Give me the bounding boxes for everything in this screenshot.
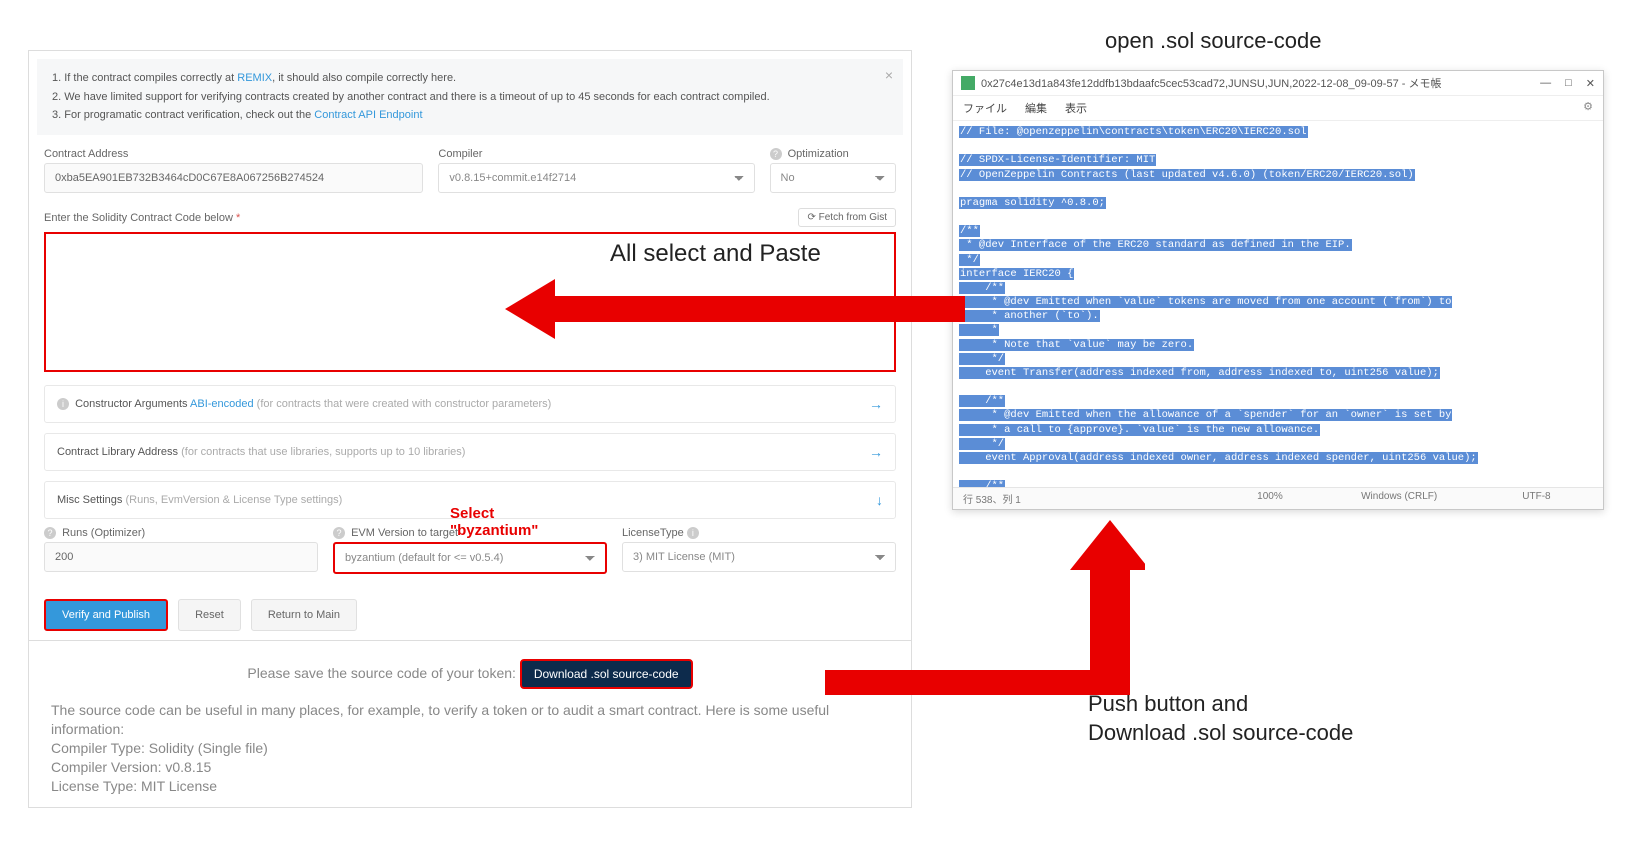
notepad-window: 0x27c4e13d1a843fe12ddfb13bdaafc5cec53cad… xyxy=(952,70,1604,510)
contract-address-input[interactable] xyxy=(44,163,423,193)
notepad-body[interactable]: // File: @openzeppelin\contracts\token\E… xyxy=(953,121,1603,487)
chevron-down-icon: ↓ xyxy=(876,492,883,508)
contract-address-label: Contract Address xyxy=(44,148,423,160)
minimize-icon[interactable]: — xyxy=(1540,77,1551,90)
info-desc: The source code can be useful in many pl… xyxy=(51,701,889,739)
license-label: LicenseType i xyxy=(622,527,896,539)
source-code-info-panel: Please save the source code of your toke… xyxy=(28,640,912,808)
info-icon: i xyxy=(57,398,69,410)
notepad-statusbar: 行 538、列 1 100% Windows (CRLF) UTF-8 xyxy=(953,487,1603,509)
compiler-label: Compiler xyxy=(438,148,754,160)
all-select-paste-annotation: All select and Paste xyxy=(610,240,821,268)
notice-line1b: , it should also compile correctly here. xyxy=(272,72,456,84)
notice-line3a: 3. For programatic contract verification… xyxy=(52,109,314,121)
notice-line2: 2. We have limited support for verifying… xyxy=(52,88,888,107)
notice-line1a: 1. If the contract compiles correctly at xyxy=(52,72,237,84)
license-select[interactable]: 3) MIT License (MIT) xyxy=(622,542,896,572)
notepad-title: 0x27c4e13d1a843fe12ddfb13bdaafc5cec53cad… xyxy=(981,75,1441,91)
constructor-args-accordion[interactable]: i Constructor Arguments ABI-encoded (for… xyxy=(44,385,896,423)
help-icon: ? xyxy=(44,527,56,539)
menu-view[interactable]: 表示 xyxy=(1065,100,1087,116)
close-icon[interactable]: × xyxy=(885,64,893,88)
verify-contract-form: × 1. If the contract compiles correctly … xyxy=(28,50,912,650)
return-main-button[interactable]: Return to Main xyxy=(251,599,357,631)
license-type: License Type: MIT License xyxy=(51,777,889,796)
evm-version-select[interactable]: byzantium (default for <= v0.5.4) xyxy=(333,542,607,574)
verify-publish-button[interactable]: Verify and Publish xyxy=(44,599,168,631)
menu-file[interactable]: ファイル xyxy=(963,100,1007,116)
compiler-select[interactable]: v0.8.15+commit.e14f2714 xyxy=(438,163,754,193)
optimization-label: ? Optimization xyxy=(770,148,896,160)
status-zoom: 100% xyxy=(1221,491,1318,506)
chevron-right-icon: → xyxy=(869,396,883,412)
library-address-accordion[interactable]: Contract Library Address (for contracts … xyxy=(44,433,896,471)
notepad-menu: ファイル 編集 表示 ⚙ xyxy=(953,96,1603,121)
notice-box: × 1. If the contract compiles correctly … xyxy=(37,59,903,135)
help-icon: ? xyxy=(333,527,345,539)
notepad-titlebar: 0x27c4e13d1a843fe12ddfb13bdaafc5cec53cad… xyxy=(953,71,1603,96)
status-charset: UTF-8 xyxy=(1480,491,1593,506)
api-endpoint-link[interactable]: Contract API Endpoint xyxy=(314,109,422,121)
save-prompt: Please save the source code of your toke… xyxy=(247,665,516,681)
reset-button[interactable]: Reset xyxy=(178,599,241,631)
push-download-annotation: Push button andDownload .sol source-code xyxy=(1088,690,1353,747)
status-position: 行 538、列 1 xyxy=(963,491,1221,506)
code-label: Enter the Solidity Contract Code below * xyxy=(44,212,240,224)
compiler-type: Compiler Type: Solidity (Single file) xyxy=(51,739,889,758)
maximize-icon[interactable]: □ xyxy=(1565,77,1572,90)
help-icon: ? xyxy=(770,148,782,160)
runs-label: ? Runs (Optimizer) xyxy=(44,527,318,539)
status-encoding: Windows (CRLF) xyxy=(1318,491,1480,506)
chevron-right-icon: → xyxy=(869,444,883,460)
runs-input[interactable] xyxy=(44,542,318,572)
compiler-version: Compiler Version: v0.8.15 xyxy=(51,758,889,777)
open-sol-annotation: open .sol source-code xyxy=(1105,28,1321,54)
optimization-select[interactable]: No xyxy=(770,163,896,193)
download-sol-button[interactable]: Download .sol source-code xyxy=(520,659,693,689)
select-byzantium-annotation: Select"byzantium" xyxy=(450,505,538,539)
info-icon: i xyxy=(687,527,699,539)
fetch-gist-button[interactable]: ⟳ Fetch from Gist xyxy=(798,208,896,227)
remix-link[interactable]: REMIX xyxy=(237,72,272,84)
gear-icon[interactable]: ⚙ xyxy=(1583,100,1593,113)
notepad-app-icon xyxy=(961,76,975,90)
menu-edit[interactable]: 編集 xyxy=(1025,100,1047,116)
close-icon[interactable]: ✕ xyxy=(1586,77,1595,90)
